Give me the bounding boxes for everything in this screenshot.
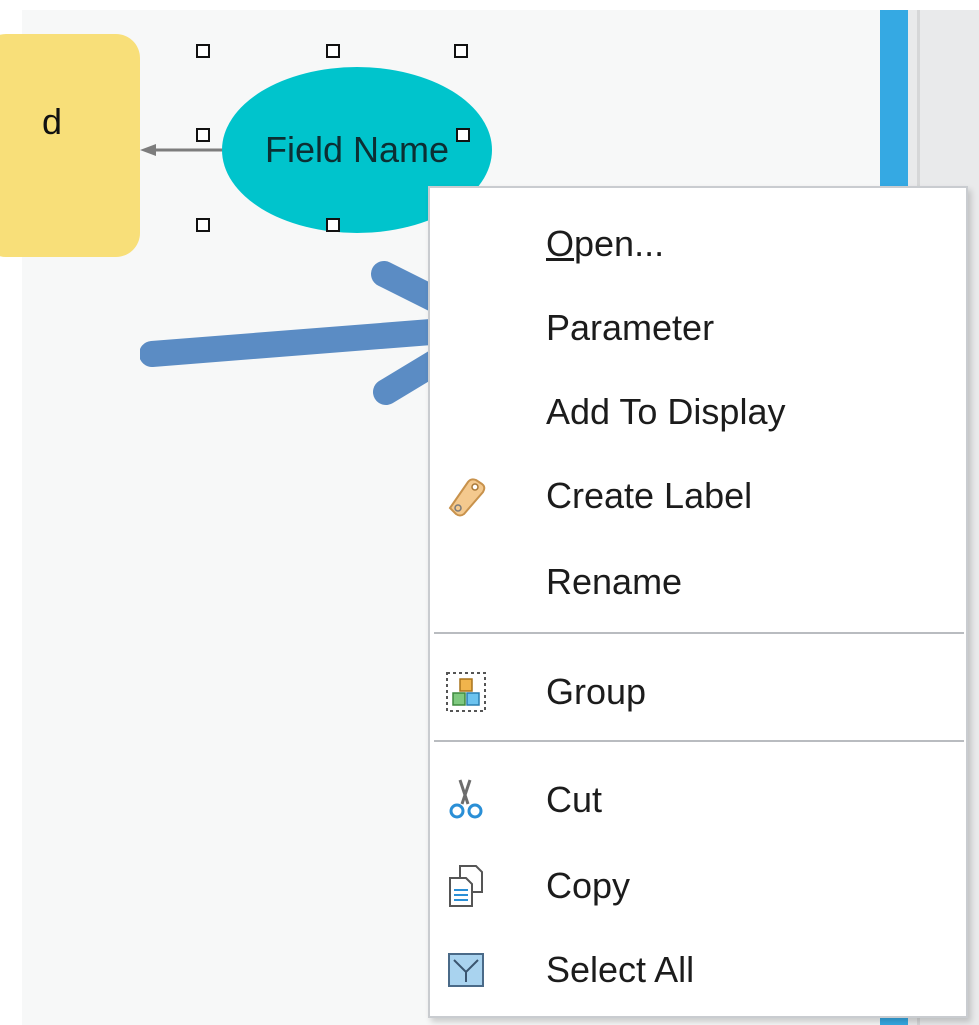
selection-handle-ne[interactable]	[454, 44, 468, 58]
menu-item-label: Open...	[546, 202, 664, 286]
menu-item-copy[interactable]: Copy	[430, 844, 966, 928]
menu-separator	[434, 740, 964, 742]
label-tag-icon	[448, 478, 486, 517]
process-box[interactable]	[0, 34, 140, 257]
menu-item-group[interactable]: Group	[430, 650, 966, 734]
menu-item-label: Group	[546, 671, 647, 712]
connector-arrow	[140, 144, 224, 156]
selection-handle-w[interactable]	[196, 128, 210, 142]
menu-item-label: Cut	[546, 779, 603, 820]
menu-item-label: Parameter	[546, 307, 715, 348]
menu-item-create-label[interactable]: Create Label	[430, 454, 966, 538]
menu-item-rename[interactable]: Rename	[430, 540, 966, 624]
menu-item-label: Add To Display	[546, 391, 786, 432]
group-icon	[446, 672, 486, 712]
open-label-rest: pen...	[574, 223, 665, 264]
context-menu: Open... Parameter Add To Display Create …	[428, 186, 968, 1018]
model-canvas: d Field Name Open... Parameter Add To Di…	[0, 0, 979, 1025]
menu-item-cut[interactable]: Cut	[430, 758, 966, 842]
scissors-icon	[449, 779, 483, 819]
variable-label: Field Name	[264, 129, 450, 170]
select-all-icon	[448, 953, 484, 987]
selection-handle-n[interactable]	[326, 44, 340, 58]
menu-item-parameter[interactable]: Parameter	[430, 286, 966, 370]
selection-handle-s[interactable]	[326, 218, 340, 232]
menu-separator	[434, 632, 964, 634]
selection-handle-sw[interactable]	[196, 218, 210, 232]
process-box-label: d	[41, 102, 62, 142]
menu-item-open[interactable]: Open...	[430, 202, 966, 286]
menu-item-label: Copy	[546, 865, 631, 906]
menu-item-label: Select All	[546, 949, 695, 990]
menu-item-label: Create Label	[546, 475, 753, 516]
menu-item-select-all[interactable]: Select All	[430, 928, 966, 1012]
mnemonic-o: O	[546, 223, 575, 264]
menu-item-add-to-display[interactable]: Add To Display	[430, 370, 966, 454]
selection-handle-e[interactable]	[456, 128, 470, 142]
menu-item-label: Rename	[546, 561, 683, 602]
copy-icon	[449, 865, 483, 907]
selection-handle-nw[interactable]	[196, 44, 210, 58]
